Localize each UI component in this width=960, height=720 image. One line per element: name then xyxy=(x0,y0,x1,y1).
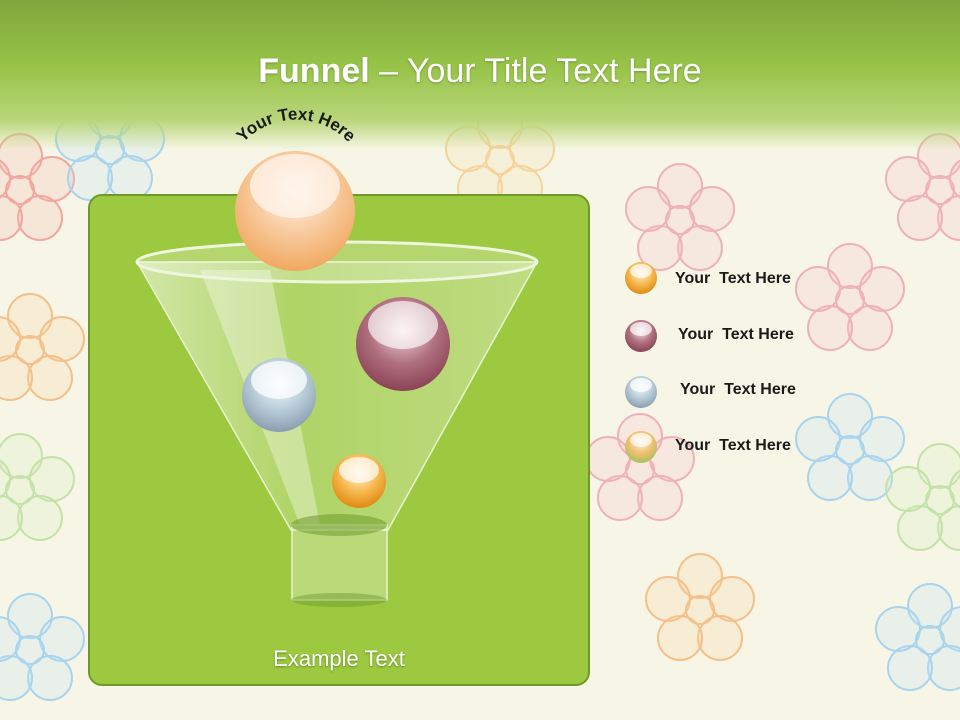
legend-label-3: Your Text Here xyxy=(680,381,796,398)
legend-item-1: Your Text Here xyxy=(675,262,791,296)
sphere-maroon-shine xyxy=(368,301,438,349)
legend-label-2: Your Text Here xyxy=(678,326,794,343)
legend-item-4: Your Text Here xyxy=(675,429,791,463)
example-text: Example Text xyxy=(273,646,405,671)
sphere-top-shine xyxy=(250,154,340,218)
legend-label-4: Your Text Here xyxy=(675,437,791,454)
legend-label-1: Your Text Here xyxy=(675,270,791,287)
legend-bullets xyxy=(625,262,657,463)
spout-top xyxy=(291,514,387,536)
funnel-diagram: Your Text Here xyxy=(135,105,657,607)
top-arc-text: Your Text Here xyxy=(233,105,359,146)
spout-bottom xyxy=(291,593,387,607)
sphere-blue-shine xyxy=(251,361,307,399)
legend-item-3: Your Text Here xyxy=(680,373,796,407)
funnel-spout xyxy=(291,524,388,601)
legend-item-2: Your Text Here xyxy=(678,318,794,352)
sphere-orange-shine xyxy=(339,457,379,483)
